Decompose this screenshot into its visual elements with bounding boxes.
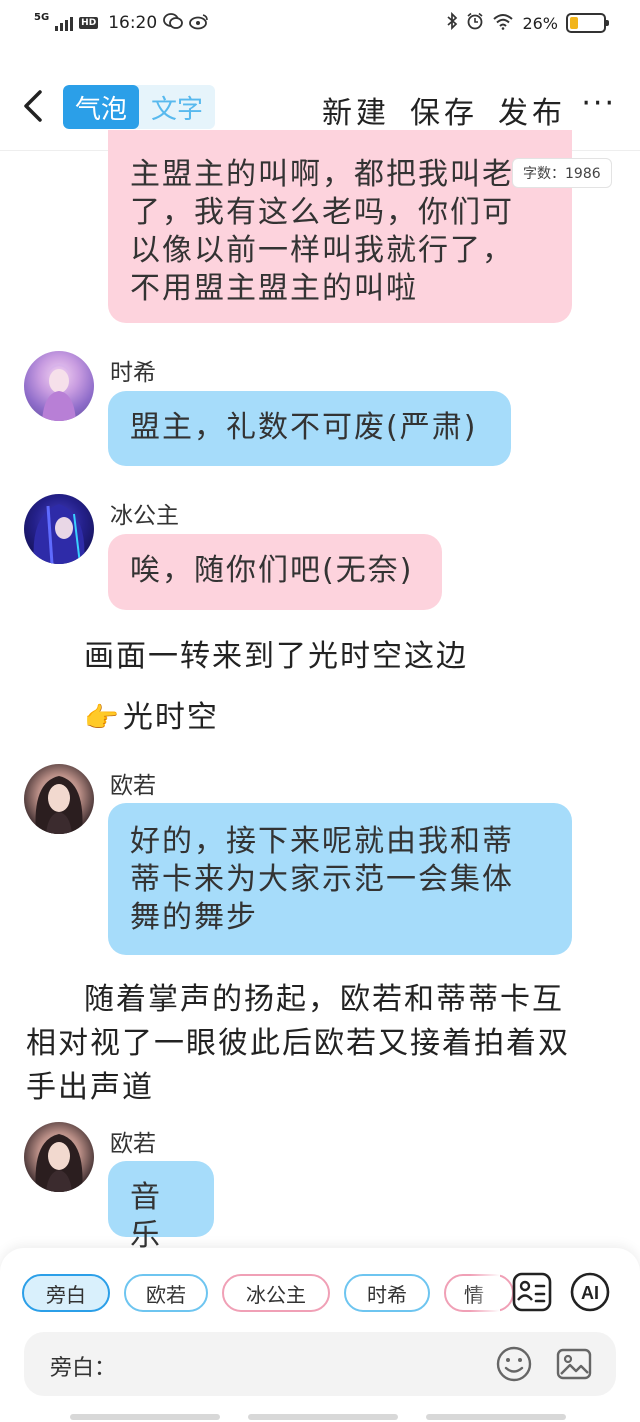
- avatar[interactable]: [24, 1122, 94, 1192]
- message-line: 主盟主的叫啊，都把我叫老: [130, 157, 514, 192]
- hd-badge: HD: [79, 17, 99, 29]
- input-bar: 旁白：: [24, 1332, 616, 1396]
- image-icon[interactable]: [554, 1344, 594, 1384]
- bluetooth-icon: [446, 11, 458, 34]
- more-button[interactable]: ···: [581, 86, 616, 121]
- message-line: 好的，接下来呢就由我和蒂: [130, 824, 514, 859]
- message-line: 音乐: [130, 1180, 162, 1253]
- narration-line: 随着掌声的扬起，欧若和蒂蒂卡互: [84, 982, 564, 1017]
- message-bubble[interactable]: 主盟主的叫啊，都把我叫老 了，我有这么老吗，你们可 以像以前一样叫我就行了， 不…: [108, 130, 572, 323]
- status-bar: 5G HD 16:20 26%: [0, 0, 640, 50]
- emoji-icon[interactable]: [494, 1344, 534, 1384]
- input-role-label: 旁白：: [50, 1356, 117, 1381]
- status-left: 5G HD 16:20: [34, 12, 209, 34]
- role-chip-shixi[interactable]: 时希: [344, 1274, 430, 1312]
- narration-text[interactable]: 画面一转来到了光时空这边: [84, 636, 468, 678]
- alarm-icon: [466, 12, 484, 34]
- weibo-icon: [189, 12, 209, 34]
- avatar[interactable]: [24, 351, 94, 421]
- speaker-name: 冰公主: [110, 503, 179, 529]
- chevron-left-icon: [24, 90, 42, 122]
- network-type: 5G: [34, 11, 50, 23]
- message-input[interactable]: [124, 1342, 484, 1386]
- tab-text[interactable]: 文字: [139, 85, 215, 129]
- avatar[interactable]: [24, 494, 94, 564]
- message-bubble[interactable]: 好的，接下来呢就由我和蒂 蒂卡来为大家示范一会集体 舞的舞步: [108, 803, 572, 955]
- narration-text[interactable]: 随着掌声的扬起，欧若和蒂蒂卡互 相对视了一眼彼此后欧若又接着拍着双 手出声道: [26, 978, 618, 1110]
- narration-line: 画面一转来到了光时空这边: [84, 639, 468, 674]
- message-line: 了，我有这么老吗，你们可: [130, 195, 514, 230]
- battery-fill: [570, 17, 579, 29]
- message-line: 舞的舞步: [130, 900, 258, 935]
- signal-icon: [55, 15, 74, 31]
- message-bubble[interactable]: 唉，随你们吧(无奈): [108, 534, 442, 610]
- role-chip-ice-princess[interactable]: 冰公主: [222, 1274, 330, 1312]
- narration-line: 相对视了一眼彼此后欧若又接着拍着双: [26, 1026, 570, 1061]
- wechat-icon: [163, 12, 184, 34]
- composer-panel: 旁白 欧若 冰公主 时希 情 AI 旁白：: [0, 1248, 640, 1422]
- message-line: 盟主，礼数不可废(严肃): [130, 410, 478, 445]
- chip-fade: [470, 1268, 500, 1320]
- speaker-name: 时希: [110, 360, 156, 386]
- battery-icon: [566, 13, 609, 33]
- tab-bubble[interactable]: 气泡: [63, 85, 139, 129]
- svg-text:AI: AI: [581, 1283, 599, 1303]
- avatar[interactable]: [24, 764, 94, 834]
- save-button[interactable]: 保存: [410, 88, 478, 132]
- nav-indicator: [426, 1414, 566, 1420]
- role-chip-narrator[interactable]: 旁白: [22, 1274, 110, 1312]
- narration-text[interactable]: 👉 光时空: [84, 697, 219, 739]
- battery-percent: 26%: [522, 13, 558, 33]
- message-bubble[interactable]: 盟主，礼数不可废(严肃): [108, 391, 511, 466]
- narration-line: 手出声道: [26, 1070, 154, 1105]
- status-right: 26%: [446, 11, 609, 34]
- pointing-hand-icon: 👉: [84, 701, 121, 734]
- status-time: 16:20: [108, 13, 158, 33]
- back-button[interactable]: [18, 86, 48, 126]
- message-line: 唉，随你们吧(无奈): [130, 553, 414, 588]
- ai-icon[interactable]: AI: [568, 1270, 612, 1314]
- message-bubble[interactable]: 音乐: [108, 1161, 214, 1253]
- wifi-icon: [492, 12, 514, 34]
- message-line: 蒂卡来为大家示范一会集体: [130, 862, 514, 897]
- narration-line: 光时空: [122, 700, 219, 735]
- role-chip-ouruo[interactable]: 欧若: [124, 1274, 208, 1312]
- speaker-name: 欧若: [110, 773, 156, 799]
- nav-indicator: [70, 1414, 220, 1420]
- message-line: 以像以前一样叫我就行了，: [130, 233, 514, 268]
- new-button[interactable]: 新建: [322, 88, 390, 132]
- publish-button[interactable]: 发布: [498, 88, 566, 132]
- role-list-icon[interactable]: [510, 1270, 554, 1314]
- message-line: 不用盟主盟主的叫啦: [130, 271, 418, 306]
- speaker-name: 欧若: [110, 1131, 156, 1157]
- nav-indicator: [248, 1414, 398, 1420]
- char-count-badge: 字数：1986: [512, 158, 612, 188]
- mode-switch: 气泡 文字: [63, 85, 215, 129]
